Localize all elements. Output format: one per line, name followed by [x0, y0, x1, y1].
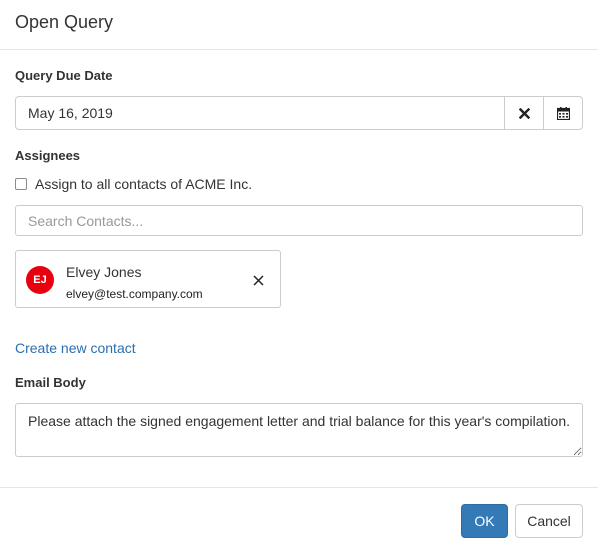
- calendar-icon: [556, 106, 570, 120]
- clear-date-button[interactable]: [505, 96, 544, 130]
- assign-all-label[interactable]: Assign to all contacts of ACME Inc.: [35, 176, 252, 192]
- dialog-title: Open Query: [15, 12, 114, 32]
- assign-all-row: Assign to all contacts of ACME Inc.: [15, 176, 252, 192]
- assignees-label: Assignees: [15, 148, 81, 163]
- open-query-dialog: Open Query Query Due Date Assignees: [0, 0, 598, 552]
- assign-all-checkbox[interactable]: [15, 178, 27, 190]
- contact-card: EJ Elvey Jones elvey@test.company.com: [15, 250, 281, 308]
- email-body-label: Email Body: [15, 375, 86, 390]
- create-new-contact-link[interactable]: Create new contact: [15, 340, 136, 356]
- due-date-group: [15, 96, 583, 130]
- close-icon: [252, 274, 264, 286]
- cancel-button[interactable]: Cancel: [515, 504, 583, 538]
- due-date-label: Query Due Date: [15, 68, 113, 83]
- contact-name: Elvey Jones: [66, 264, 142, 280]
- search-contacts-input[interactable]: [15, 205, 583, 236]
- open-calendar-button[interactable]: [544, 96, 583, 130]
- remove-contact-button[interactable]: [251, 273, 265, 287]
- avatar: EJ: [26, 266, 54, 294]
- dialog-header: Open Query: [0, 0, 598, 50]
- ok-button[interactable]: OK: [461, 504, 508, 538]
- contact-email: elvey@test.company.com: [66, 287, 203, 301]
- dialog-footer: OK Cancel: [0, 487, 598, 552]
- email-body-textarea[interactable]: Please attach the signed engagement lett…: [15, 403, 583, 457]
- close-icon: [518, 107, 530, 119]
- due-date-input[interactable]: [15, 96, 505, 130]
